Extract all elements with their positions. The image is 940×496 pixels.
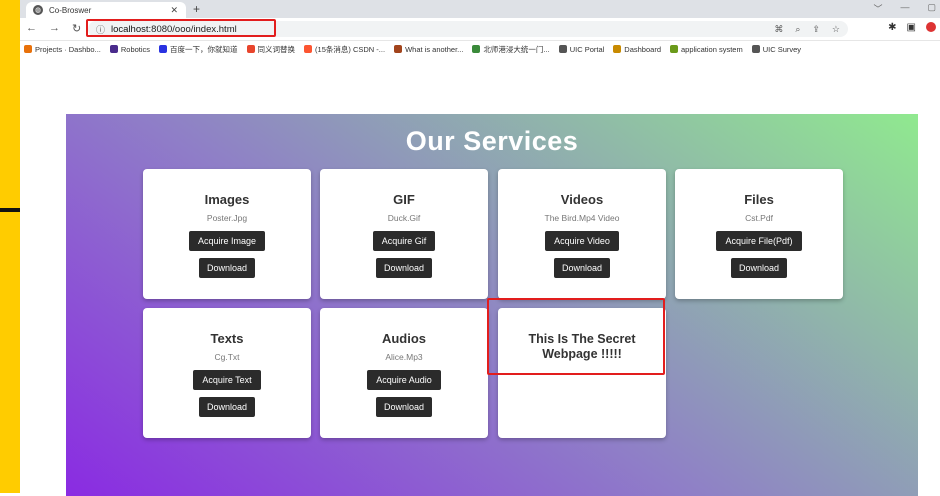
download-button[interactable]: Download [199, 397, 255, 417]
tab-strip: ◍ Co-Broswer ✕ + ﹀ — ▢ [20, 0, 940, 18]
bookmark-item[interactable]: 北师港浸大统一门... [472, 44, 550, 55]
card-filename: The Bird.Mp4 Video [544, 213, 620, 223]
service-card-videos: Videos The Bird.Mp4 Video Acquire Video … [498, 169, 666, 299]
bookmark-item[interactable]: UIC Survey [751, 44, 802, 54]
bookmark-favicon-icon [394, 45, 403, 53]
bookmark-label: Robotics [120, 44, 151, 54]
bookmark-label: 北师港浸大统一门... [483, 44, 550, 54]
left-frame [0, 0, 20, 493]
bookmark-item[interactable]: 百度一下，你就知道 [159, 44, 238, 55]
bookmark-item[interactable]: UIC Portal [558, 44, 605, 54]
chevron-down-icon[interactable]: ﹀ [873, 2, 882, 15]
acquire-video-button[interactable]: Acquire Video [545, 231, 619, 251]
service-card-audios: Audios Alice.Mp3 Acquire Audio Download [320, 308, 488, 438]
omnibox-actions: ⌘ ⌕ ⇪ ☆ [774, 24, 840, 35]
bookmark-label: 百度一下，你就知道 [170, 44, 238, 54]
card-title: Videos [560, 192, 604, 207]
bookmark-label: (15条消息) CSDN -... [315, 44, 386, 54]
bookmark-label: application system [681, 44, 743, 54]
bookmark-label: What is another... [405, 44, 464, 54]
browser-toolbar: ← → ↻ ⓘ localhost:8080/ooo/index.html ⌘ … [20, 18, 940, 41]
nav-buttons: ← → ↻ [26, 22, 81, 35]
bookmark-item[interactable]: What is another... [394, 45, 463, 54]
bookmark-favicon-icon [472, 45, 481, 53]
bookmark-label: UIC Survey [762, 44, 802, 54]
translate-icon[interactable]: ⌘ [774, 24, 783, 35]
card-title: Files [744, 192, 774, 207]
close-tab-icon[interactable]: ✕ [170, 5, 178, 16]
card-filename: Cst.Pdf [745, 213, 773, 223]
bookmark-favicon-icon [670, 45, 678, 53]
services-section: Our Services Images Poster.Jpg Acquire I… [66, 114, 918, 496]
acquire-file-button[interactable]: Acquire File(Pdf) [716, 231, 802, 251]
bookmark-item[interactable]: Dashboard [613, 45, 661, 54]
download-button[interactable]: Download [376, 397, 432, 417]
service-card-files: Files Cst.Pdf Acquire File(Pdf) Download [675, 169, 843, 299]
download-button[interactable]: Download [731, 258, 787, 278]
download-button[interactable]: Download [376, 258, 432, 278]
share-icon[interactable]: ⇪ [812, 24, 820, 35]
secret-highlight-box [487, 298, 665, 375]
bookmark-item[interactable]: (15条消息) CSDN -... [304, 44, 385, 55]
bookmark-favicon-icon [304, 45, 313, 53]
sidepanel-icon[interactable]: ▣ [907, 22, 916, 33]
bookmark-favicon-icon [109, 45, 118, 53]
forward-icon[interactable]: → [49, 22, 60, 35]
bookmark-item[interactable]: Robotics [109, 44, 151, 54]
frame-dash [0, 208, 20, 212]
download-button[interactable]: Download [199, 258, 255, 278]
bookmark-label: 同义词替换 [257, 44, 296, 54]
bookmark-favicon-icon [24, 45, 32, 53]
acquire-image-button[interactable]: Acquire Image [188, 231, 266, 251]
bookmark-favicon-icon [613, 45, 622, 53]
bookmark-item[interactable]: Projects · Dashbo... [24, 45, 101, 54]
star-icon[interactable]: ☆ [832, 24, 840, 35]
download-button[interactable]: Download [554, 258, 610, 278]
service-card-gif: GIF Duck.Gif Acquire Gif Download [320, 169, 488, 299]
bookmark-label: Projects · Dashbo... [35, 44, 101, 54]
bookmark-favicon-icon [558, 45, 567, 53]
bookmark-item[interactable]: 同义词替换 [246, 44, 296, 55]
bookmark-favicon-icon [751, 45, 760, 53]
minimize-icon[interactable]: — [900, 2, 909, 15]
extensions-area: ✱ ▣ [888, 22, 936, 33]
card-filename: Poster.Jpg [206, 213, 248, 223]
card-filename: Cg.Txt [214, 352, 240, 362]
bookmark-label: UIC Portal [569, 44, 605, 54]
card-title: Texts [210, 331, 244, 346]
card-filename: Duck.Gif [387, 213, 421, 223]
tab-title: Co-Broswer [49, 5, 92, 15]
acquire-gif-button[interactable]: Acquire Gif [372, 231, 436, 251]
new-tab-button[interactable]: + [193, 2, 200, 16]
web-page: Our Services Images Poster.Jpg Acquire I… [20, 56, 940, 496]
window-controls: ﹀ — ▢ [873, 2, 936, 15]
profile-avatar[interactable] [926, 22, 936, 32]
card-title: Images [204, 192, 250, 207]
extensions-icon[interactable]: ✱ [888, 22, 896, 33]
url-highlight-box [86, 19, 276, 37]
service-card-images: Images Poster.Jpg Acquire Image Download [143, 169, 311, 299]
bookmark-favicon-icon [246, 45, 255, 53]
back-icon[interactable]: ← [26, 22, 37, 35]
card-filename: Alice.Mp3 [385, 352, 423, 362]
browser-window: ◍ Co-Broswer ✕ + ﹀ — ▢ ← → ↻ ⓘ localhost… [20, 0, 940, 496]
zoom-icon[interactable]: ⌕ [795, 24, 800, 35]
globe-icon: ◍ [33, 5, 43, 15]
browser-tab[interactable]: ◍ Co-Broswer ✕ [26, 2, 186, 18]
service-card-texts: Texts Cg.Txt Acquire Text Download [143, 308, 311, 438]
acquire-text-button[interactable]: Acquire Text [193, 370, 261, 390]
restore-icon[interactable]: ▢ [927, 2, 936, 15]
bookmark-favicon-icon [159, 45, 168, 53]
card-title: Audios [381, 331, 427, 346]
acquire-audio-button[interactable]: Acquire Audio [367, 370, 441, 390]
bookmark-item[interactable]: application system [670, 45, 743, 54]
reload-icon[interactable]: ↻ [72, 22, 81, 35]
card-title: GIF [393, 192, 415, 207]
bookmark-label: Dashboard [624, 44, 661, 54]
page-title: Our Services [405, 126, 579, 156]
